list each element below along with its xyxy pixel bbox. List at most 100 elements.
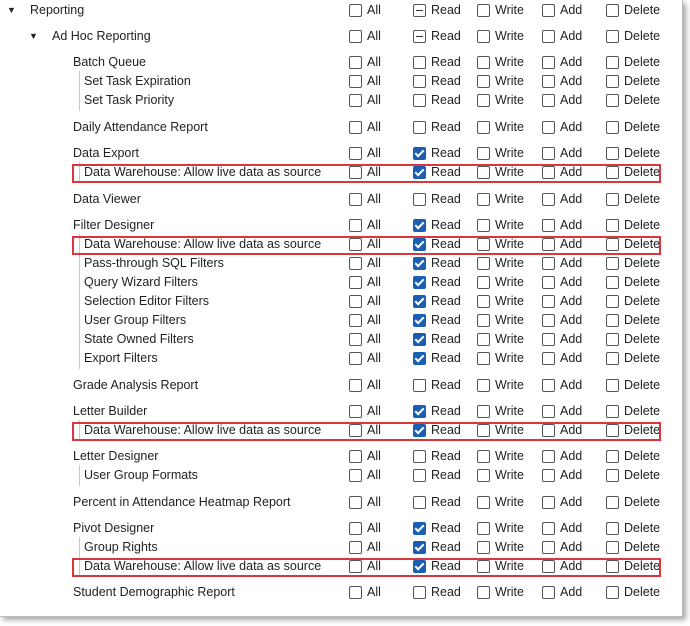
delete-checkbox[interactable] xyxy=(606,193,619,206)
add-checkbox[interactable] xyxy=(542,94,555,107)
all-checkbox[interactable] xyxy=(349,405,362,418)
add-checkbox[interactable] xyxy=(542,166,555,179)
read-checkbox[interactable] xyxy=(413,257,426,270)
all-checkbox[interactable] xyxy=(349,295,362,308)
read-checkbox[interactable] xyxy=(413,424,426,437)
expand-caret-icon[interactable]: ▼ xyxy=(7,5,16,15)
add-checkbox[interactable] xyxy=(542,219,555,232)
read-checkbox[interactable] xyxy=(413,219,426,232)
write-checkbox[interactable] xyxy=(477,276,490,289)
all-checkbox[interactable] xyxy=(349,238,362,251)
expand-caret-icon[interactable]: ▼ xyxy=(29,31,38,41)
read-checkbox[interactable] xyxy=(413,586,426,599)
add-checkbox[interactable] xyxy=(542,295,555,308)
add-checkbox[interactable] xyxy=(542,352,555,365)
write-checkbox[interactable] xyxy=(477,424,490,437)
write-checkbox[interactable] xyxy=(477,314,490,327)
write-checkbox[interactable] xyxy=(477,469,490,482)
delete-checkbox[interactable] xyxy=(606,166,619,179)
delete-checkbox[interactable] xyxy=(606,314,619,327)
add-checkbox[interactable] xyxy=(542,314,555,327)
write-checkbox[interactable] xyxy=(477,295,490,308)
all-checkbox[interactable] xyxy=(349,314,362,327)
write-checkbox[interactable] xyxy=(477,586,490,599)
add-checkbox[interactable] xyxy=(542,424,555,437)
read-checkbox[interactable] xyxy=(413,560,426,573)
add-checkbox[interactable] xyxy=(542,560,555,573)
delete-checkbox[interactable] xyxy=(606,469,619,482)
read-checkbox[interactable] xyxy=(413,56,426,69)
write-checkbox[interactable] xyxy=(477,450,490,463)
delete-checkbox[interactable] xyxy=(606,219,619,232)
read-checkbox[interactable] xyxy=(413,166,426,179)
write-checkbox[interactable] xyxy=(477,121,490,134)
read-checkbox[interactable] xyxy=(413,469,426,482)
read-checkbox[interactable] xyxy=(413,352,426,365)
read-checkbox[interactable] xyxy=(413,4,426,17)
write-checkbox[interactable] xyxy=(477,496,490,509)
delete-checkbox[interactable] xyxy=(606,496,619,509)
delete-checkbox[interactable] xyxy=(606,522,619,535)
delete-checkbox[interactable] xyxy=(606,4,619,17)
add-checkbox[interactable] xyxy=(542,121,555,134)
write-checkbox[interactable] xyxy=(477,147,490,160)
write-checkbox[interactable] xyxy=(477,333,490,346)
all-checkbox[interactable] xyxy=(349,522,362,535)
delete-checkbox[interactable] xyxy=(606,586,619,599)
write-checkbox[interactable] xyxy=(477,219,490,232)
delete-checkbox[interactable] xyxy=(606,450,619,463)
read-checkbox[interactable] xyxy=(413,405,426,418)
delete-checkbox[interactable] xyxy=(606,352,619,365)
add-checkbox[interactable] xyxy=(542,75,555,88)
write-checkbox[interactable] xyxy=(477,238,490,251)
read-checkbox[interactable] xyxy=(413,30,426,43)
all-checkbox[interactable] xyxy=(349,30,362,43)
delete-checkbox[interactable] xyxy=(606,257,619,270)
add-checkbox[interactable] xyxy=(542,541,555,554)
add-checkbox[interactable] xyxy=(542,586,555,599)
all-checkbox[interactable] xyxy=(349,352,362,365)
add-checkbox[interactable] xyxy=(542,496,555,509)
delete-checkbox[interactable] xyxy=(606,56,619,69)
write-checkbox[interactable] xyxy=(477,4,490,17)
add-checkbox[interactable] xyxy=(542,333,555,346)
delete-checkbox[interactable] xyxy=(606,541,619,554)
write-checkbox[interactable] xyxy=(477,166,490,179)
add-checkbox[interactable] xyxy=(542,193,555,206)
all-checkbox[interactable] xyxy=(349,541,362,554)
all-checkbox[interactable] xyxy=(349,450,362,463)
add-checkbox[interactable] xyxy=(542,379,555,392)
write-checkbox[interactable] xyxy=(477,257,490,270)
all-checkbox[interactable] xyxy=(349,166,362,179)
read-checkbox[interactable] xyxy=(413,238,426,251)
add-checkbox[interactable] xyxy=(542,469,555,482)
read-checkbox[interactable] xyxy=(413,193,426,206)
write-checkbox[interactable] xyxy=(477,405,490,418)
write-checkbox[interactable] xyxy=(477,522,490,535)
write-checkbox[interactable] xyxy=(477,56,490,69)
delete-checkbox[interactable] xyxy=(606,147,619,160)
read-checkbox[interactable] xyxy=(413,295,426,308)
add-checkbox[interactable] xyxy=(542,257,555,270)
write-checkbox[interactable] xyxy=(477,193,490,206)
all-checkbox[interactable] xyxy=(349,4,362,17)
all-checkbox[interactable] xyxy=(349,75,362,88)
write-checkbox[interactable] xyxy=(477,30,490,43)
add-checkbox[interactable] xyxy=(542,522,555,535)
delete-checkbox[interactable] xyxy=(606,75,619,88)
delete-checkbox[interactable] xyxy=(606,379,619,392)
delete-checkbox[interactable] xyxy=(606,333,619,346)
all-checkbox[interactable] xyxy=(349,147,362,160)
add-checkbox[interactable] xyxy=(542,450,555,463)
write-checkbox[interactable] xyxy=(477,75,490,88)
all-checkbox[interactable] xyxy=(349,379,362,392)
write-checkbox[interactable] xyxy=(477,560,490,573)
add-checkbox[interactable] xyxy=(542,30,555,43)
all-checkbox[interactable] xyxy=(349,333,362,346)
read-checkbox[interactable] xyxy=(413,379,426,392)
delete-checkbox[interactable] xyxy=(606,30,619,43)
delete-checkbox[interactable] xyxy=(606,238,619,251)
read-checkbox[interactable] xyxy=(413,541,426,554)
add-checkbox[interactable] xyxy=(542,147,555,160)
read-checkbox[interactable] xyxy=(413,147,426,160)
